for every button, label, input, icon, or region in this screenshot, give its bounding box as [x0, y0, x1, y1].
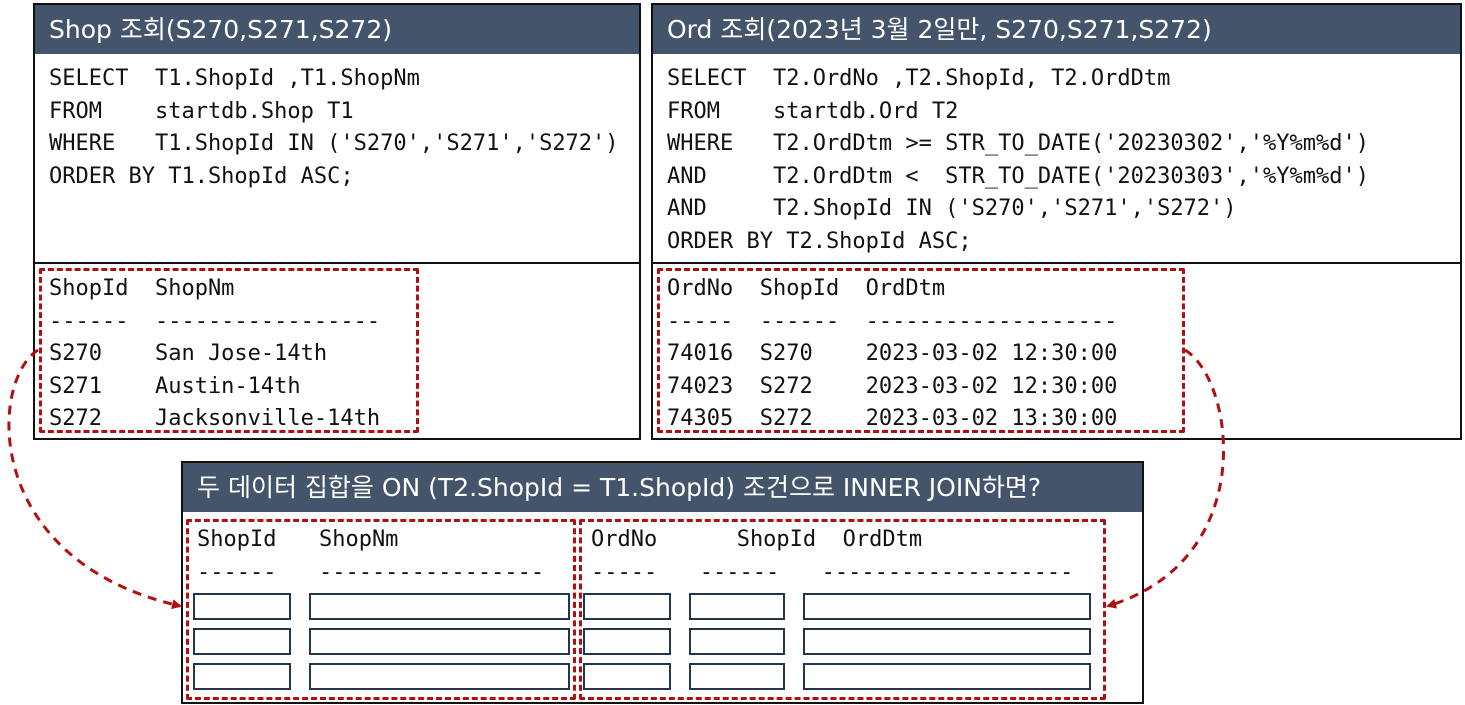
arrow-ord-to-join	[1106, 348, 1225, 609]
connector-arrows	[7, 348, 1225, 610]
arrow-shop-to-join	[7, 348, 182, 610]
